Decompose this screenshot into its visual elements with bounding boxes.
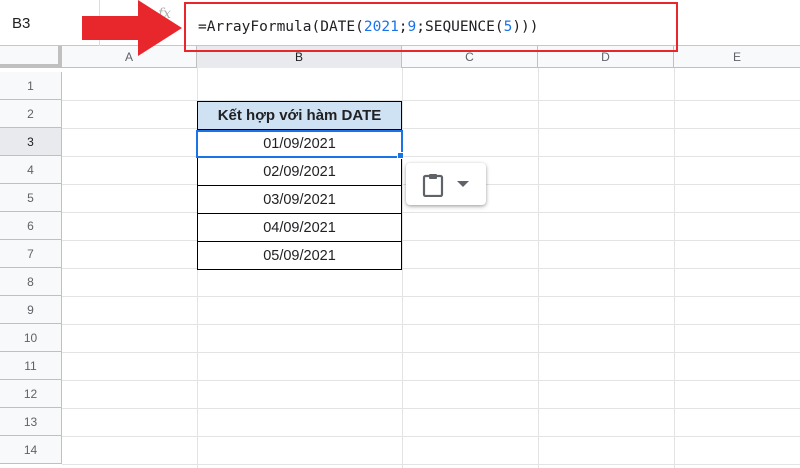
gridline bbox=[674, 68, 675, 468]
formula-arg-month: 9 bbox=[407, 19, 417, 35]
select-all-corner[interactable] bbox=[0, 46, 62, 68]
row-header-3[interactable]: 3 bbox=[0, 128, 62, 156]
cell-b3[interactable]: 01/09/2021 bbox=[197, 129, 402, 158]
cell-b2-table-header[interactable]: Kết hợp với hàm DATE bbox=[197, 101, 402, 130]
gridline bbox=[62, 212, 800, 213]
gridline bbox=[62, 436, 800, 437]
formula-suffix: ))) bbox=[512, 19, 539, 35]
formula-input[interactable]: =ArrayFormula(DATE(2021; 9 ;SEQUENCE(5))) bbox=[184, 2, 678, 52]
gridline bbox=[62, 464, 800, 465]
fill-handle[interactable] bbox=[397, 152, 404, 159]
row-header-5[interactable]: 5 bbox=[0, 184, 62, 212]
formula-arg-year: 2021 bbox=[363, 19, 399, 35]
gridline bbox=[62, 240, 800, 241]
row-header-9[interactable]: 9 bbox=[0, 296, 62, 324]
cell-b7[interactable]: 05/09/2021 bbox=[197, 241, 402, 270]
gridline bbox=[62, 324, 800, 325]
gridline bbox=[62, 156, 800, 157]
formula-prefix: =ArrayFormula(DATE( bbox=[198, 19, 364, 35]
row-header-4[interactable]: 4 bbox=[0, 156, 62, 184]
row-header-1[interactable]: 1 bbox=[0, 72, 62, 100]
row-header-11[interactable]: 11 bbox=[0, 352, 62, 380]
formula-arg-count: 5 bbox=[503, 19, 513, 35]
spreadsheet-app: B3 fx =ArrayFormula(DATE(2021; 9 ;SEQUENCE… bbox=[0, 0, 800, 468]
row-header-2[interactable]: 2 bbox=[0, 100, 62, 128]
column-header-e[interactable]: E bbox=[674, 46, 800, 68]
paste-options-popup[interactable] bbox=[406, 163, 486, 205]
red-arrow-icon bbox=[82, 0, 182, 56]
gridline bbox=[538, 68, 539, 468]
row-header-14[interactable]: 14 bbox=[0, 436, 62, 464]
row-header-13[interactable]: 13 bbox=[0, 408, 62, 436]
row-header-7[interactable]: 7 bbox=[0, 240, 62, 268]
row-header-8[interactable]: 8 bbox=[0, 268, 62, 296]
chevron-down-icon[interactable] bbox=[456, 179, 470, 189]
gridline bbox=[62, 296, 800, 297]
formula-sep-1: ; bbox=[398, 19, 408, 35]
gridline bbox=[62, 352, 800, 353]
gridline bbox=[62, 100, 800, 101]
cell-b5[interactable]: 03/09/2021 bbox=[197, 185, 402, 214]
gridline bbox=[62, 380, 800, 381]
row-header-10[interactable]: 10 bbox=[0, 324, 62, 352]
gridline bbox=[62, 268, 800, 269]
row-header-6[interactable]: 6 bbox=[0, 212, 62, 240]
cell-b4[interactable]: 02/09/2021 bbox=[197, 157, 402, 186]
gridline bbox=[402, 68, 403, 468]
cell-b6[interactable]: 04/09/2021 bbox=[197, 213, 402, 242]
formula-sep-2: ;SEQUENCE( bbox=[416, 19, 504, 35]
row-header-12[interactable]: 12 bbox=[0, 380, 62, 408]
gridline bbox=[62, 408, 800, 409]
clipboard-icon[interactable] bbox=[422, 173, 444, 197]
gridline bbox=[62, 128, 800, 129]
